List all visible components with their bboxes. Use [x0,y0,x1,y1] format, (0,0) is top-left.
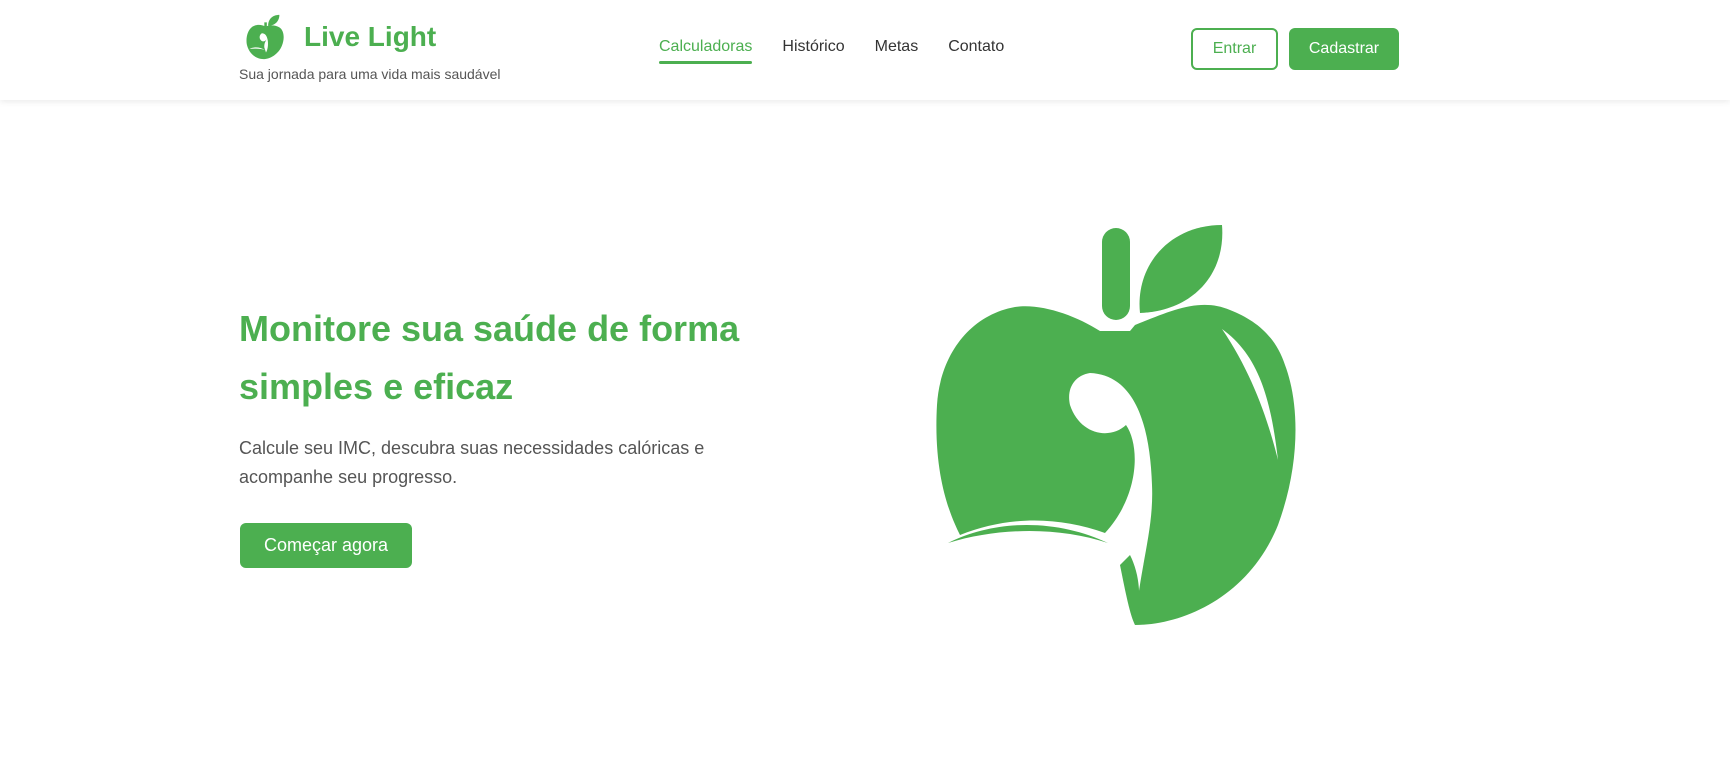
brand-tagline: Sua jornada para uma vida mais saudável [239,66,501,82]
nav-item-contato[interactable]: Contato [948,38,1004,64]
hero-description: Calcule seu IMC, descubra suas necessida… [239,438,705,487]
apple-icon [936,225,1296,625]
nav-item-calculadoras[interactable]: Calculadoras [659,38,753,64]
apple-leaf [1139,225,1223,313]
nav-item-historico[interactable]: Histórico [782,38,844,64]
start-now-button[interactable]: Começar agora [240,523,412,568]
apple-wave-tail [1120,555,1140,625]
site-header: Live Light Sua jornada para uma vida mai… [0,0,1730,100]
signup-button[interactable]: Cadastrar [1289,28,1399,70]
login-button[interactable]: Entrar [1191,28,1278,70]
apple-stem [1102,228,1130,320]
nav-item-metas[interactable]: Metas [875,38,919,64]
brand[interactable]: Live Light Sua jornada para uma vida mai… [239,14,559,90]
brand-name: Live Light [304,21,437,52]
brand-row: Live Light [239,14,559,60]
main-nav: Calculadoras Histórico Metas Contato [659,38,1034,64]
hero-title: Monitore sua saúde de forma simples e ef… [239,308,740,407]
apple-leaf-icon [246,14,284,60]
